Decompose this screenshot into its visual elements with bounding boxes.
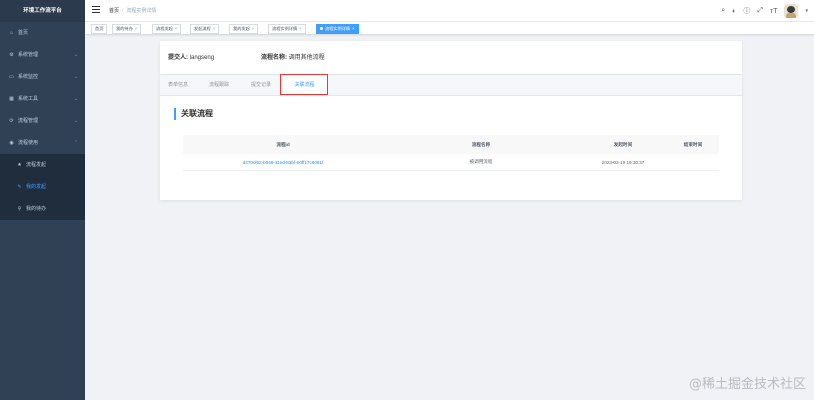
tag-label: 我的待办	[116, 26, 133, 31]
tag-label: 我的发起	[233, 26, 250, 31]
avatar[interactable]	[784, 4, 799, 18]
sidebar-item-label: 系统管理	[18, 52, 39, 58]
app-title: 环境工作流平台	[0, 0, 85, 22]
font-size-icon[interactable]: ᴛT	[770, 8, 777, 15]
close-icon[interactable]: ×	[252, 26, 254, 31]
close-icon[interactable]: ×	[175, 26, 177, 31]
process-name-field: 流程名称: 调用其他流程	[261, 52, 325, 61]
chevron-up-icon: ⌃	[73, 140, 78, 146]
close-icon[interactable]: ×	[213, 26, 215, 31]
gear-icon: ⚙	[9, 52, 14, 58]
tag-label: 流程实例详情	[325, 26, 351, 31]
close-icon[interactable]: ×	[352, 26, 354, 31]
tag-label: 流程实例详情	[272, 26, 298, 31]
monitor-icon: ▭	[9, 74, 14, 80]
chevron-down-icon: ⌄	[73, 96, 78, 102]
flow-id-link[interactable]: d470cf62-b048-11ed-83bf-00ff17c6091f	[183, 160, 383, 165]
tag-my-todo[interactable]: 我的待办 ×	[112, 24, 142, 34]
tags-view: 首页 我的待办 × 流程发起 × 发起流程 × 我的发起 × 流程实例详情 × 流程实例详…	[85, 22, 814, 35]
edit-icon: ✎	[17, 184, 22, 190]
chevron-down-icon: ⌄	[73, 118, 78, 124]
sidebar-item-flow-start[interactable]: ★ 流程发起	[0, 154, 85, 176]
submitter-label: 提交人:	[168, 55, 188, 61]
sidebar-item-label: 流程发起	[26, 162, 47, 168]
breadcrumb-home[interactable]: 首页	[109, 8, 119, 14]
process-name-label: 流程名称:	[261, 55, 287, 61]
tag-flow-start[interactable]: 流程发起 ×	[152, 24, 182, 34]
user-icon: ⚲	[17, 206, 22, 212]
submitter-value: langseng	[189, 55, 215, 61]
tab-submit-records[interactable]: 提交记录	[251, 75, 271, 95]
fullscreen-icon[interactable]: ⤢	[757, 7, 763, 15]
help-icon[interactable]: ⓘ	[743, 6, 750, 16]
search-icon[interactable]: ⌕	[721, 7, 725, 15]
flow-name-cell: 被调用流程	[469, 159, 493, 164]
home-icon: ⌂	[9, 30, 14, 36]
submitter-field: 提交人: langseng	[168, 52, 214, 61]
related-flows-table: 流程id 流程名称 发起时间 结束时间 d470cf62-b048-11ed-8…	[183, 135, 719, 171]
navbar-right-icons: ⌕ ◐ ⓘ ⤢ ᴛT ▾	[721, 0, 808, 22]
table-header: 流程id 流程名称 发起时间 结束时间	[183, 135, 719, 154]
sidebar-item-my-todo[interactable]: ⚲ 我的待办	[0, 198, 85, 220]
chevron-down-icon: ⌄	[73, 52, 78, 58]
col-flow-id: 流程id	[276, 141, 290, 147]
sidebar-item-label: 我的待办	[26, 206, 47, 212]
sidebar-item-label: 首页	[18, 30, 29, 36]
tag-start-flow[interactable]: 发起流程 ×	[190, 24, 220, 34]
sidebar-item-home[interactable]: ⌂ 首页	[0, 22, 85, 44]
github-icon[interactable]: ◐	[732, 8, 736, 15]
breadcrumb-current: 流程实例详情	[126, 8, 157, 14]
tag-instance-detail-active[interactable]: 流程实例详情 ×	[316, 24, 359, 34]
breadcrumb: 首页 / 流程实例详情	[109, 8, 157, 14]
tag-label: 首页	[95, 26, 104, 31]
sidebar-item-label: 我的发起	[26, 184, 47, 190]
detail-tabs: 表单信息 流程跟踪 提交记录 关联流程	[160, 74, 742, 96]
close-icon[interactable]: ×	[135, 26, 137, 31]
star-icon: ★	[17, 162, 22, 168]
sidebar-item-label: 系统工具	[18, 96, 39, 102]
tab-form-info[interactable]: 表单信息	[168, 75, 188, 95]
instance-info-card: 提交人: langseng 流程名称: 调用其他流程	[160, 41, 742, 74]
tool-icon: ▦	[9, 96, 14, 102]
sidebar-item-flow-use[interactable]: ◉ 流程使用 ⌃	[0, 132, 85, 154]
section-title: 关联流程	[174, 108, 213, 120]
tag-instance-detail[interactable]: 流程实例详情 ×	[268, 24, 306, 34]
tag-label: 发起流程	[194, 26, 211, 31]
sidebar-item-label: 系统监控	[18, 74, 39, 80]
highlight-box	[280, 74, 328, 95]
hamburger-icon[interactable]	[92, 6, 100, 14]
start-time-cell: 2023-02-19 19:30:37	[601, 159, 645, 165]
sidebar-item-flow-manage[interactable]: ⟳ 流程管理 ⌄	[0, 110, 85, 132]
tag-label: 流程发起	[156, 26, 173, 31]
table-row: d470cf62-b048-11ed-83bf-00ff17c6091f 被调用…	[183, 154, 719, 171]
sidebar: 环境工作流平台 ⌂ 首页 ⚙ 系统管理 ⌄ ▭ 系统监控 ⌄ ▦ 系统工具 ⌄ ⟳ 流程管理 ⌄ …	[0, 0, 85, 400]
process-name-value: 调用其他流程	[288, 55, 325, 61]
sidebar-item-monitor[interactable]: ▭ 系统监控 ⌄	[0, 66, 85, 88]
watermark: @稀土掘金技术社区	[688, 377, 806, 392]
sidebar-item-label: 流程管理	[18, 118, 39, 124]
sidebar-item-tools[interactable]: ▦ 系统工具 ⌄	[0, 88, 85, 110]
sidebar-item-my-started[interactable]: ✎ 我的发起	[0, 176, 85, 198]
flow-icon: ⟳	[9, 118, 14, 124]
col-start-time: 发起时间	[613, 141, 633, 147]
tab-flow-trace[interactable]: 流程跟踪	[209, 75, 229, 95]
caret-down-icon[interactable]: ▾	[805, 8, 808, 14]
submenu-flow-use: ★ 流程发起 ✎ 我的发起 ⚲ 我的待办	[0, 154, 85, 220]
tag-home[interactable]: 首页	[91, 24, 108, 34]
detail-card: 表单信息 流程跟踪 提交记录 关联流程 关联流程 流程id 流程名称 发起时间 …	[160, 74, 742, 200]
flow-use-icon: ◉	[9, 140, 14, 146]
tag-my-started[interactable]: 我的发起 ×	[229, 24, 259, 34]
navbar: 首页 / 流程实例详情 ⌕ ◐ ⓘ ⤢ ᴛT ▾	[85, 0, 814, 22]
col-end-time: 结束时间	[683, 141, 703, 147]
close-icon[interactable]: ×	[299, 26, 301, 31]
col-flow-name: 流程名称	[471, 141, 491, 147]
sidebar-item-label: 流程使用	[18, 140, 39, 146]
chevron-down-icon: ⌄	[73, 74, 78, 80]
sidebar-item-system[interactable]: ⚙ 系统管理 ⌄	[0, 44, 85, 66]
